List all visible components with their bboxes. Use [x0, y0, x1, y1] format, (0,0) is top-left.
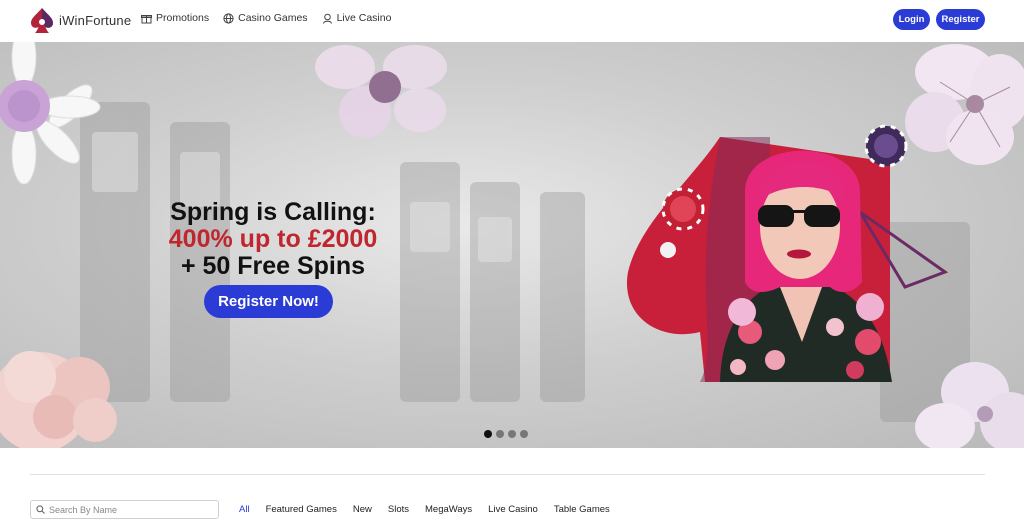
filter-new[interactable]: New [353, 504, 372, 515]
carousel-dot[interactable] [520, 430, 528, 438]
rose-flower-image [0, 351, 117, 448]
filter-live-casino[interactable]: Live Casino [488, 504, 538, 515]
dealer-icon [322, 13, 333, 24]
nav-casino-games-label: Casino Games [238, 12, 308, 24]
blossom-flower-right-image [905, 44, 1024, 165]
register-button[interactable]: Register [936, 9, 985, 30]
section-divider [30, 474, 985, 475]
filter-featured-games[interactable]: Featured Games [266, 504, 337, 515]
filter-all[interactable]: All [239, 504, 250, 515]
game-category-filters: All Featured Games New Slots MegaWays Li… [239, 504, 626, 515]
casino-chip-right-image [864, 124, 908, 168]
carousel-dot[interactable] [496, 430, 504, 438]
gift-icon [141, 13, 152, 24]
logo[interactable]: iWinFortune [28, 6, 131, 34]
spade-logo-icon [28, 6, 56, 34]
filter-table-games[interactable]: Table Games [554, 504, 610, 515]
hero-headline: Spring is Calling: 400% up to £2000 + 50… [0, 198, 546, 280]
logo-text: iWinFortune [59, 12, 132, 28]
nav-live-casino[interactable]: Live Casino [322, 12, 392, 24]
main-nav: Promotions Casino Games Live Casino [141, 12, 391, 24]
carousel-dot[interactable] [484, 430, 492, 438]
casino-chip-left-image [661, 187, 705, 231]
filter-megaways[interactable]: MegaWays [425, 504, 472, 515]
globe-icon [223, 12, 234, 24]
search-input[interactable] [49, 504, 209, 515]
blossom-flower-top-image [315, 45, 447, 138]
site-header: iWinFortune Promotions Casino Games Live… [0, 0, 1024, 42]
game-search-box[interactable] [30, 500, 219, 519]
hero-headline-line1: Spring is Calling: [170, 198, 376, 226]
register-now-button[interactable]: Register Now! [204, 285, 333, 318]
hero-headline-offer: 400% up to £2000 [168, 225, 378, 253]
search-icon [36, 501, 45, 519]
nav-promotions[interactable]: Promotions [141, 12, 209, 24]
carousel-dot[interactable] [508, 430, 516, 438]
hero-banner[interactable]: Spring is Calling: 400% up to £2000 + 50… [0, 42, 1024, 448]
nav-live-casino-label: Live Casino [336, 12, 392, 24]
nav-promotions-label: Promotions [156, 12, 210, 24]
carousel-dots [484, 430, 528, 438]
filter-slots[interactable]: Slots [388, 504, 409, 515]
login-button[interactable]: Login [893, 9, 930, 30]
nav-casino-games[interactable]: Casino Games [223, 12, 308, 24]
hero-headline-spins: + 50 Free Spins [180, 252, 366, 280]
